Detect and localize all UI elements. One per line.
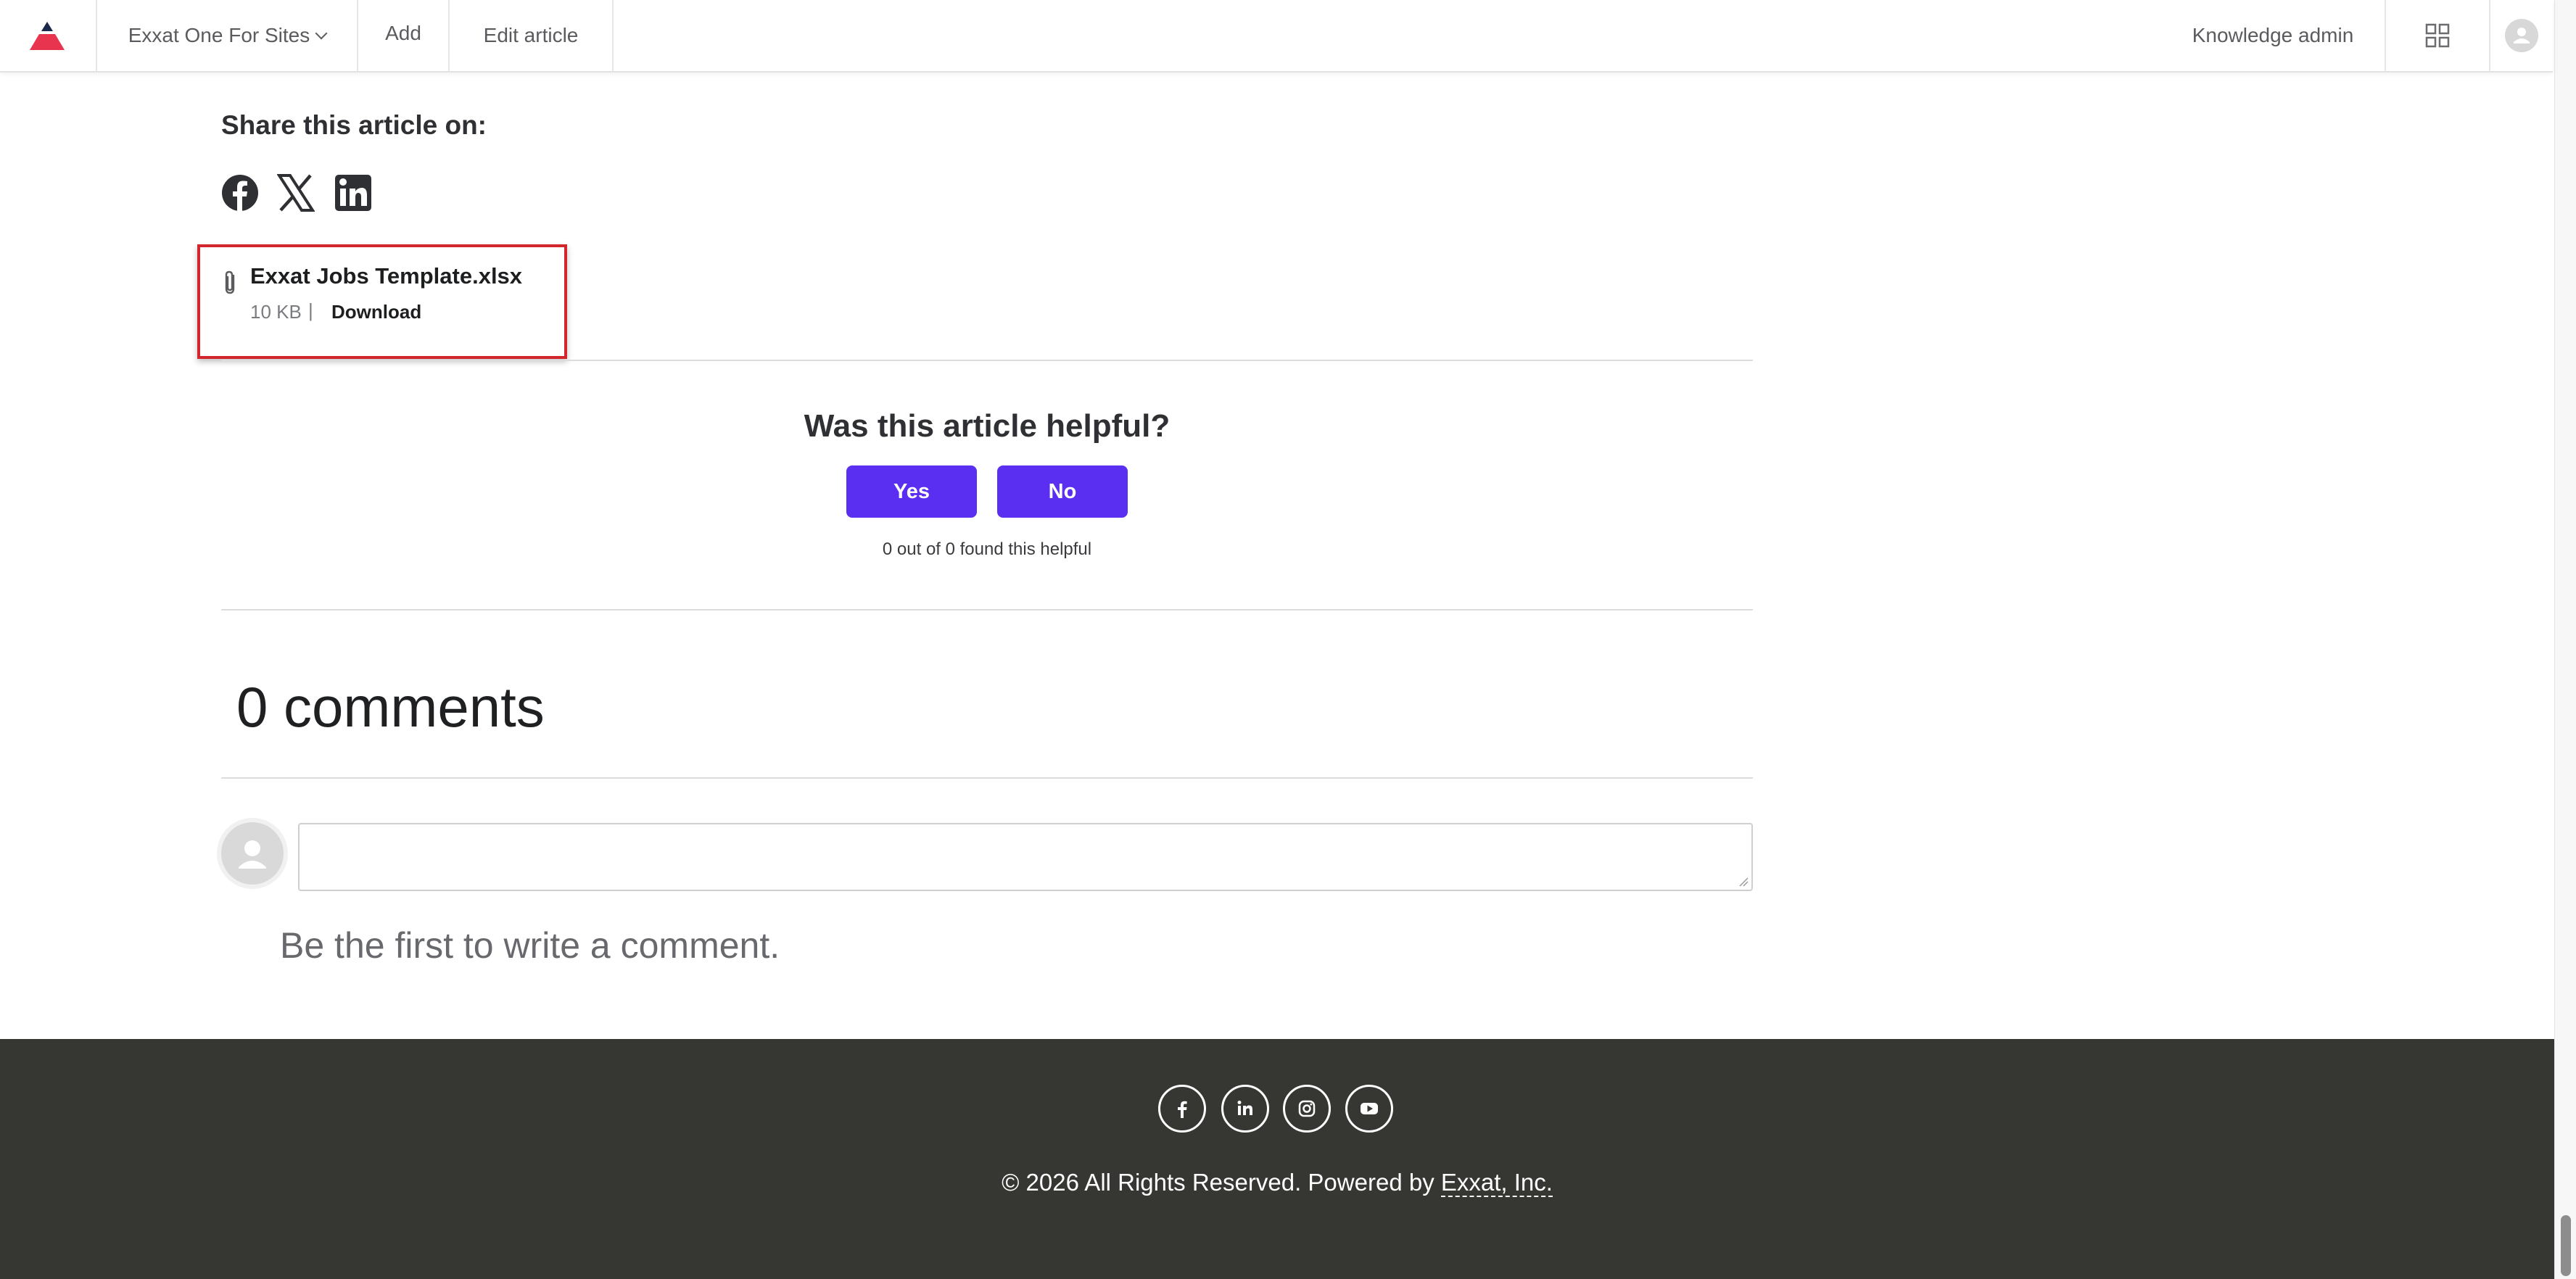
site-selector-label: Exxat One For Sites	[128, 24, 310, 46]
attachment-file-size: 10 KB	[250, 301, 302, 323]
footer	[0, 1039, 2554, 1279]
scrollbar-thumb[interactable]	[2561, 1215, 2571, 1276]
download-link[interactable]: Download	[331, 301, 421, 323]
site-selector-dropdown[interactable]: Exxat One For Sites	[97, 0, 357, 71]
youtube-icon	[1361, 1103, 1378, 1114]
footer-instagram-link[interactable]	[1283, 1085, 1331, 1133]
top-navigation-bar: Exxat One For Sites Add Edit article Kno…	[0, 0, 2553, 73]
attachment-separator: |	[308, 299, 313, 321]
share-linkedin-link[interactable]	[334, 174, 375, 215]
exxat-logo-icon	[30, 22, 65, 50]
company-link[interactable]: Exxat, Inc.	[1440, 1169, 1553, 1197]
comment-avatar	[221, 822, 284, 885]
grid-apps-icon	[2425, 23, 2450, 48]
divider	[612, 0, 614, 71]
knowledge-admin-label: Knowledge admin	[2192, 24, 2354, 46]
divider	[221, 777, 1753, 779]
user-menu-button[interactable]	[2490, 0, 2553, 71]
comment-input[interactable]	[298, 823, 1753, 891]
facebook-icon	[222, 175, 258, 211]
knowledge-admin-link[interactable]: Knowledge admin	[2161, 0, 2385, 71]
paperclip-icon	[225, 270, 235, 294]
facebook-icon	[1178, 1101, 1187, 1118]
helpful-question: Was this article helpful?	[804, 408, 1171, 444]
instagram-icon	[1298, 1100, 1316, 1117]
footer-facebook-link[interactable]	[1158, 1085, 1206, 1133]
chevron-down-icon	[315, 27, 328, 40]
comments-count-heading: 0 comments	[236, 675, 545, 739]
page-scrollbar[interactable]	[2554, 0, 2576, 1279]
home-logo-link[interactable]	[22, 0, 73, 71]
footer-linkedin-link[interactable]	[1221, 1085, 1269, 1133]
divider	[221, 360, 1753, 361]
share-x-link[interactable]	[276, 174, 318, 215]
attachment-file-name[interactable]: Exxat Jobs Template.xlsx	[250, 263, 522, 289]
x-twitter-icon	[276, 174, 315, 212]
user-icon	[2514, 28, 2530, 44]
linkedin-icon	[335, 175, 371, 211]
footer-youtube-link[interactable]	[1345, 1085, 1393, 1133]
add-menu-button[interactable]: Add	[358, 0, 448, 71]
user-icon	[239, 840, 266, 869]
linkedin-icon	[1237, 1101, 1252, 1115]
apps-menu-button[interactable]	[2386, 0, 2489, 71]
vote-yes-button[interactable]: Yes	[846, 465, 977, 518]
add-label: Add	[385, 22, 421, 44]
divider	[221, 609, 1753, 610]
copyright-prefix: © 2026 All Rights Reserved. Powered by	[1002, 1169, 1434, 1196]
resize-handle-icon[interactable]	[1738, 877, 1749, 887]
share-facebook-link[interactable]	[221, 174, 262, 215]
share-title: Share this article on:	[221, 110, 487, 140]
edit-article-button[interactable]: Edit article	[450, 0, 612, 71]
edit-article-label: Edit article	[483, 24, 579, 46]
vote-no-button[interactable]: No	[997, 465, 1128, 518]
copyright-text: © 2026 All Rights Reserved. Powered by E…	[0, 1169, 2554, 1197]
avatar	[2505, 19, 2538, 52]
empty-comments-text: Be the first to write a comment.	[280, 925, 780, 966]
helpful-count-text: 0 out of 0 found this helpful	[882, 539, 1092, 559]
